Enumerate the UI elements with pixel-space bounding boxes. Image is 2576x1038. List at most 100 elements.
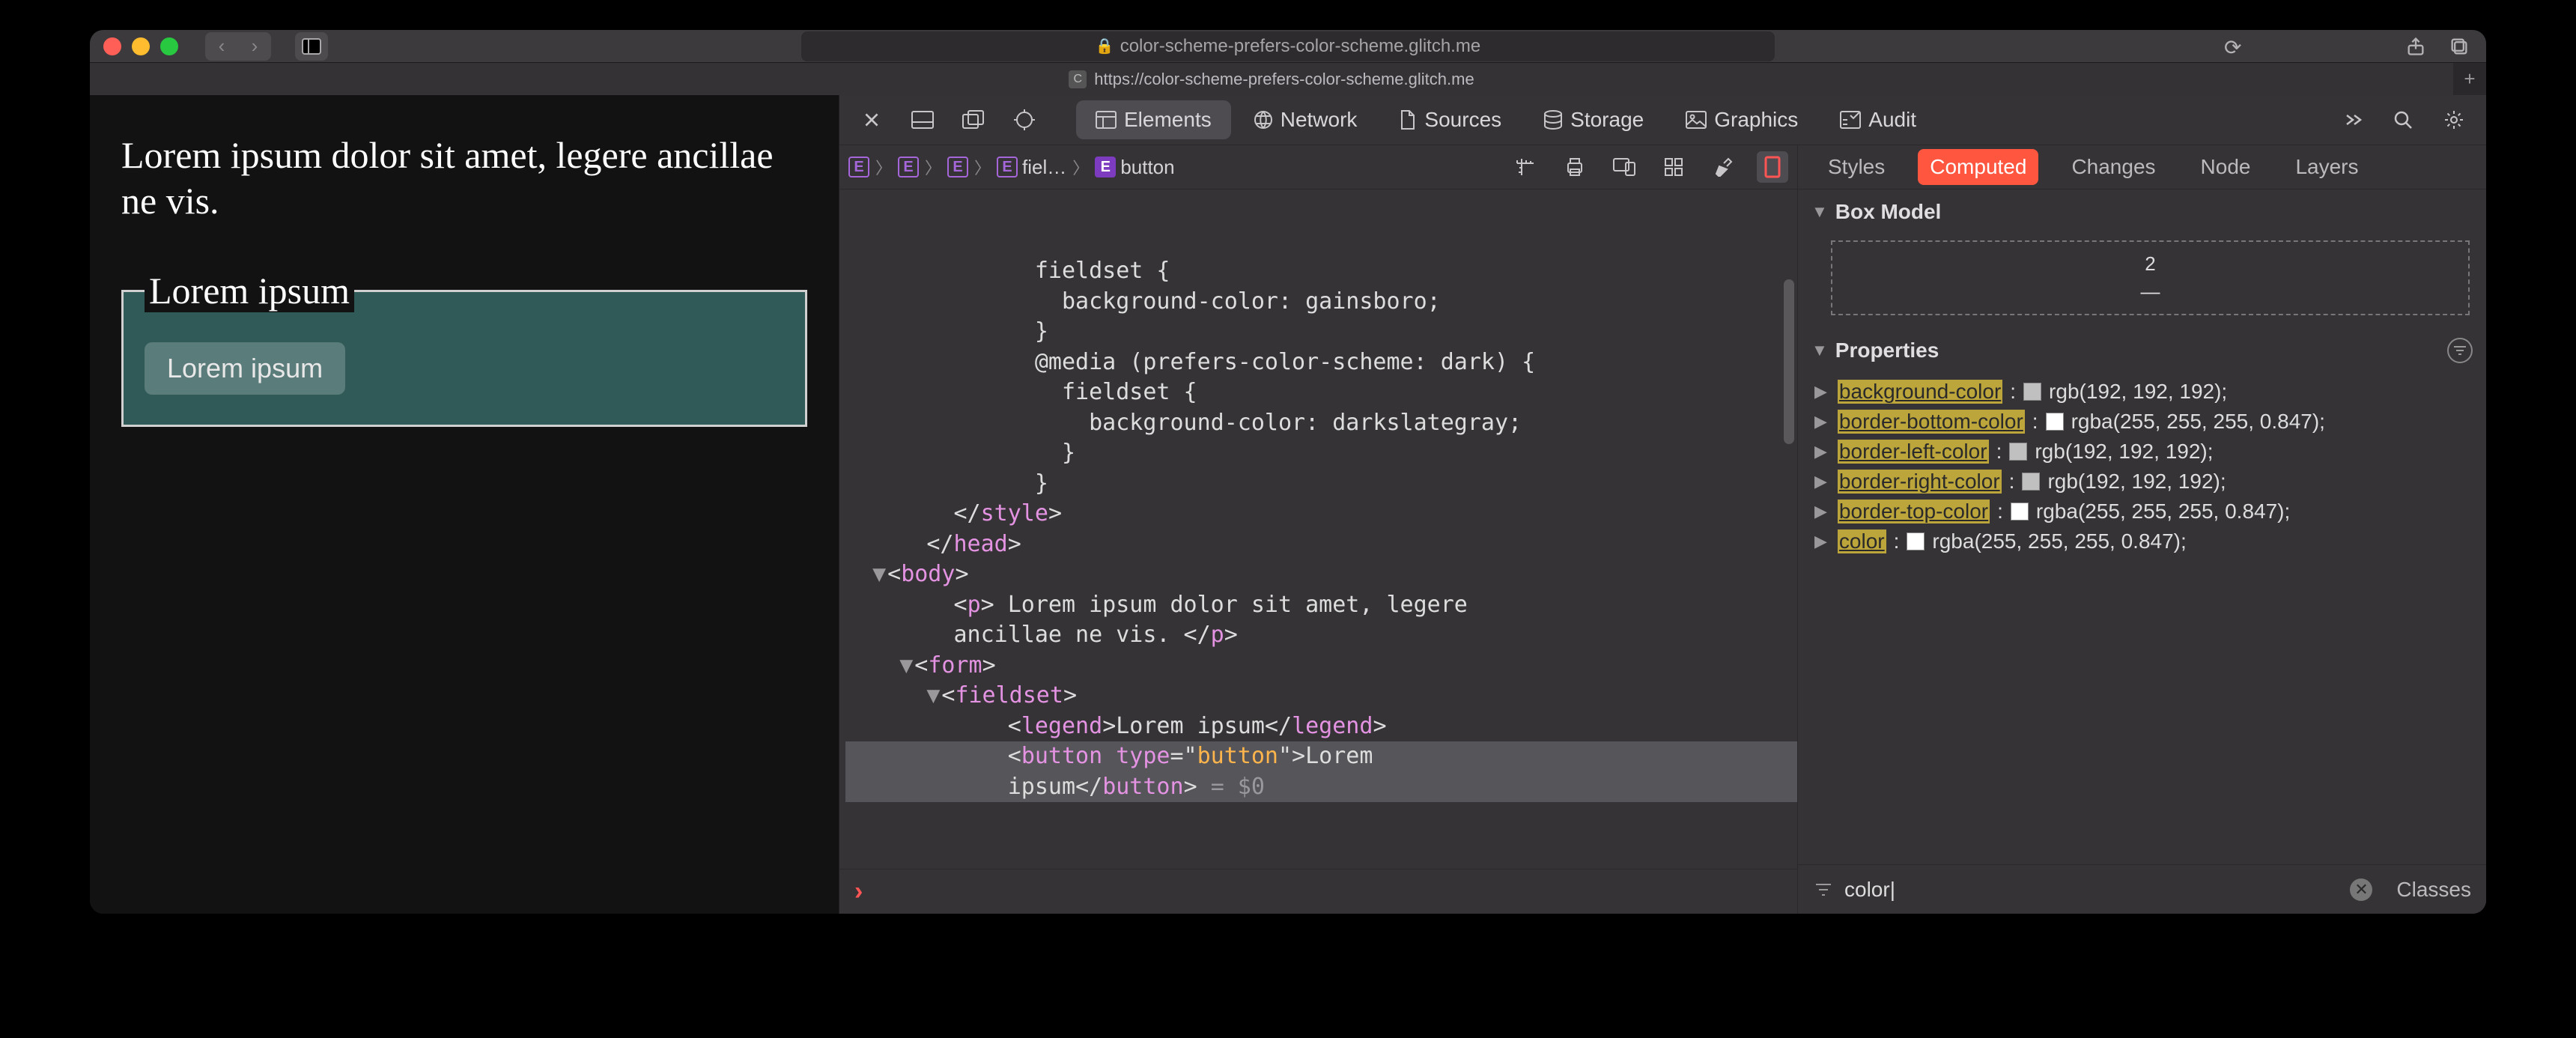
- computed-properties-list: ▶background-color: rgb(192, 192, 192);▶b…: [1798, 374, 2486, 864]
- tab-styles[interactable]: Styles: [1816, 149, 1897, 185]
- tab-network[interactable]: Network: [1234, 100, 1377, 139]
- close-window-button[interactable]: [103, 37, 121, 55]
- computed-property-row[interactable]: ▶border-top-color: rgba(255, 255, 255, 0…: [1811, 497, 2477, 526]
- device-icon[interactable]: [1609, 151, 1640, 183]
- dom-breadcrumb: E〉 E〉 E〉 Efiel…〉 Ebutton: [839, 145, 1797, 189]
- devtools-toolbar: Elements Network Sources Storage: [839, 95, 2486, 145]
- dom-node-line[interactable]: fieldset {: [845, 377, 1797, 408]
- filter-toggle-icon[interactable]: [2447, 338, 2473, 363]
- console-row[interactable]: ›: [839, 869, 1797, 914]
- box-model-header[interactable]: ▼ Box Model: [1798, 189, 2486, 234]
- filter-clear-button[interactable]: ✕: [2350, 878, 2372, 901]
- tab-layers[interactable]: Layers: [2283, 149, 2370, 185]
- dom-node-line[interactable]: }: [845, 469, 1797, 500]
- computed-property-row[interactable]: ▶background-color: rgb(192, 192, 192);: [1811, 377, 2477, 407]
- dock-bottom-icon[interactable]: [907, 104, 938, 136]
- dom-node-line[interactable]: ▼<fieldset>: [845, 681, 1797, 711]
- tab-storage[interactable]: Storage: [1524, 100, 1663, 139]
- filter-row: color ✕ Classes: [1798, 864, 2486, 914]
- compositing-borders-icon[interactable]: [1757, 151, 1788, 183]
- tabs-overview-button[interactable]: [2446, 33, 2473, 60]
- computed-property-row[interactable]: ▶color: rgba(255, 255, 255, 0.847);: [1811, 526, 2477, 556]
- page-legend: Lorem ipsum: [145, 269, 354, 312]
- tab-elements[interactable]: Elements: [1076, 100, 1231, 139]
- window-controls: [103, 37, 178, 55]
- styles-tabs: Styles Computed Changes Node Layers: [1798, 145, 2486, 189]
- new-tab-button[interactable]: +: [2453, 63, 2486, 96]
- url-text: color-scheme-prefers-color-scheme.glitch…: [1120, 36, 1480, 57]
- dom-node-line[interactable]: fieldset {: [845, 256, 1797, 287]
- inspect-element-button[interactable]: [1009, 104, 1040, 136]
- minimize-window-button[interactable]: [132, 37, 150, 55]
- grid-icon[interactable]: [1658, 151, 1689, 183]
- lock-icon: 🔒: [1096, 37, 1114, 55]
- computed-property-row[interactable]: ▶border-left-color: rgb(192, 192, 192);: [1811, 437, 2477, 467]
- devtools-panel-tabs: Elements Network Sources Storage: [1076, 100, 1936, 139]
- address-bar[interactable]: 🔒 color-scheme-prefers-color-scheme.glit…: [801, 31, 1775, 61]
- dom-node-line[interactable]: @media (prefers-color-scheme: dark) {: [845, 347, 1797, 378]
- settings-icon[interactable]: [2438, 104, 2470, 136]
- tab-sources[interactable]: Sources: [1379, 100, 1521, 139]
- dom-node-line[interactable]: ▼<form>: [845, 651, 1797, 682]
- print-styles-icon[interactable]: [1559, 151, 1591, 183]
- tab-graphics[interactable]: Graphics: [1666, 100, 1817, 139]
- paint-icon[interactable]: [1707, 151, 1739, 183]
- browser-window: ‹ › 🔒 color-scheme-prefers-color-scheme.…: [90, 30, 2486, 914]
- computed-property-row[interactable]: ▶border-bottom-color: rgba(255, 255, 255…: [1811, 407, 2477, 437]
- tab-title: https://color-scheme-prefers-color-schem…: [1094, 70, 1474, 89]
- breadcrumb-item[interactable]: E: [848, 157, 869, 177]
- filter-icon: [1813, 879, 1834, 900]
- page-form: Lorem ipsum Lorem ipsum: [121, 269, 807, 427]
- tab-computed[interactable]: Computed: [1918, 149, 2038, 185]
- dom-node-line[interactable]: background-color: gainsboro;: [845, 287, 1797, 318]
- more-panels-icon[interactable]: [2336, 104, 2368, 136]
- dom-node-line[interactable]: background-color: darkslategray;: [845, 408, 1797, 439]
- dom-node-line[interactable]: <p> Lorem ipsum dolor sit amet, legere: [845, 590, 1797, 621]
- dock-popout-icon[interactable]: [958, 104, 989, 136]
- page-fieldset: Lorem ipsum Lorem ipsum: [121, 269, 807, 427]
- disclosure-triangle-icon: ▼: [1811, 341, 1828, 360]
- nav-arrows: ‹ ›: [205, 32, 271, 61]
- sidebar-toggle-button[interactable]: [295, 32, 328, 61]
- tab-audit[interactable]: Audit: [1820, 100, 1936, 139]
- dom-node-line[interactable]: }: [845, 438, 1797, 469]
- page-content: Lorem ipsum dolor sit amet, legere ancil…: [90, 95, 839, 914]
- dom-node-line[interactable]: }: [845, 317, 1797, 347]
- dom-node-line[interactable]: </style>: [845, 499, 1797, 529]
- dom-node-line[interactable]: <button type="button">Lorem: [845, 741, 1797, 772]
- maximize-window-button[interactable]: [160, 37, 178, 55]
- share-button[interactable]: [2402, 33, 2429, 60]
- filter-input[interactable]: color: [1844, 878, 2339, 902]
- devtools-body: E〉 E〉 E〉 Efiel…〉 Ebutton: [839, 145, 2486, 914]
- breadcrumb-item[interactable]: E: [947, 157, 968, 177]
- tab-node[interactable]: Node: [2189, 149, 2263, 185]
- breadcrumb-item-selected[interactable]: Ebutton: [1095, 156, 1174, 179]
- dom-node-line[interactable]: <legend>Lorem ipsum</legend>: [845, 711, 1797, 742]
- computed-property-row[interactable]: ▶border-right-color: rgb(192, 192, 192);: [1811, 467, 2477, 497]
- breadcrumb-item[interactable]: E: [898, 157, 919, 177]
- styles-panel: Styles Computed Changes Node Layers ▼ Bo…: [1797, 145, 2486, 914]
- dom-node-line[interactable]: </head>: [845, 529, 1797, 560]
- breadcrumb-item[interactable]: Efiel…: [997, 156, 1066, 179]
- properties-header[interactable]: ▼ Properties: [1798, 327, 2486, 374]
- devtools: Elements Network Sources Storage: [839, 95, 2486, 914]
- reload-button[interactable]: ⟳: [2224, 35, 2247, 58]
- back-button[interactable]: ‹: [205, 32, 238, 61]
- dom-node-line[interactable]: ▼<body>: [845, 559, 1797, 590]
- box-model-diagram[interactable]: 2 —: [1831, 240, 2470, 315]
- scrollbar-thumb[interactable]: [1784, 279, 1794, 444]
- page-button[interactable]: Lorem ipsum: [145, 342, 345, 395]
- tab-changes[interactable]: Changes: [2059, 149, 2167, 185]
- classes-toggle[interactable]: Classes: [2396, 878, 2471, 902]
- close-devtools-button[interactable]: [856, 104, 887, 136]
- rulers-icon[interactable]: [1510, 151, 1541, 183]
- forward-button[interactable]: ›: [238, 32, 271, 61]
- page-paragraph: Lorem ipsum dolor sit amet, legere ancil…: [121, 133, 807, 224]
- dom-node-line[interactable]: ancillae ne vis. </p>: [845, 620, 1797, 651]
- browser-tab[interactable]: C https://color-scheme-prefers-color-sch…: [90, 63, 2453, 95]
- titlebar: ‹ › 🔒 color-scheme-prefers-color-scheme.…: [90, 30, 2486, 62]
- elements-panel: E〉 E〉 E〉 Efiel…〉 Ebutton: [839, 145, 1797, 914]
- dom-node-line[interactable]: ipsum</button> = $0: [845, 772, 1797, 803]
- dom-tree[interactable]: fieldset { background-color: gainsboro; …: [839, 189, 1797, 869]
- search-icon[interactable]: [2387, 104, 2419, 136]
